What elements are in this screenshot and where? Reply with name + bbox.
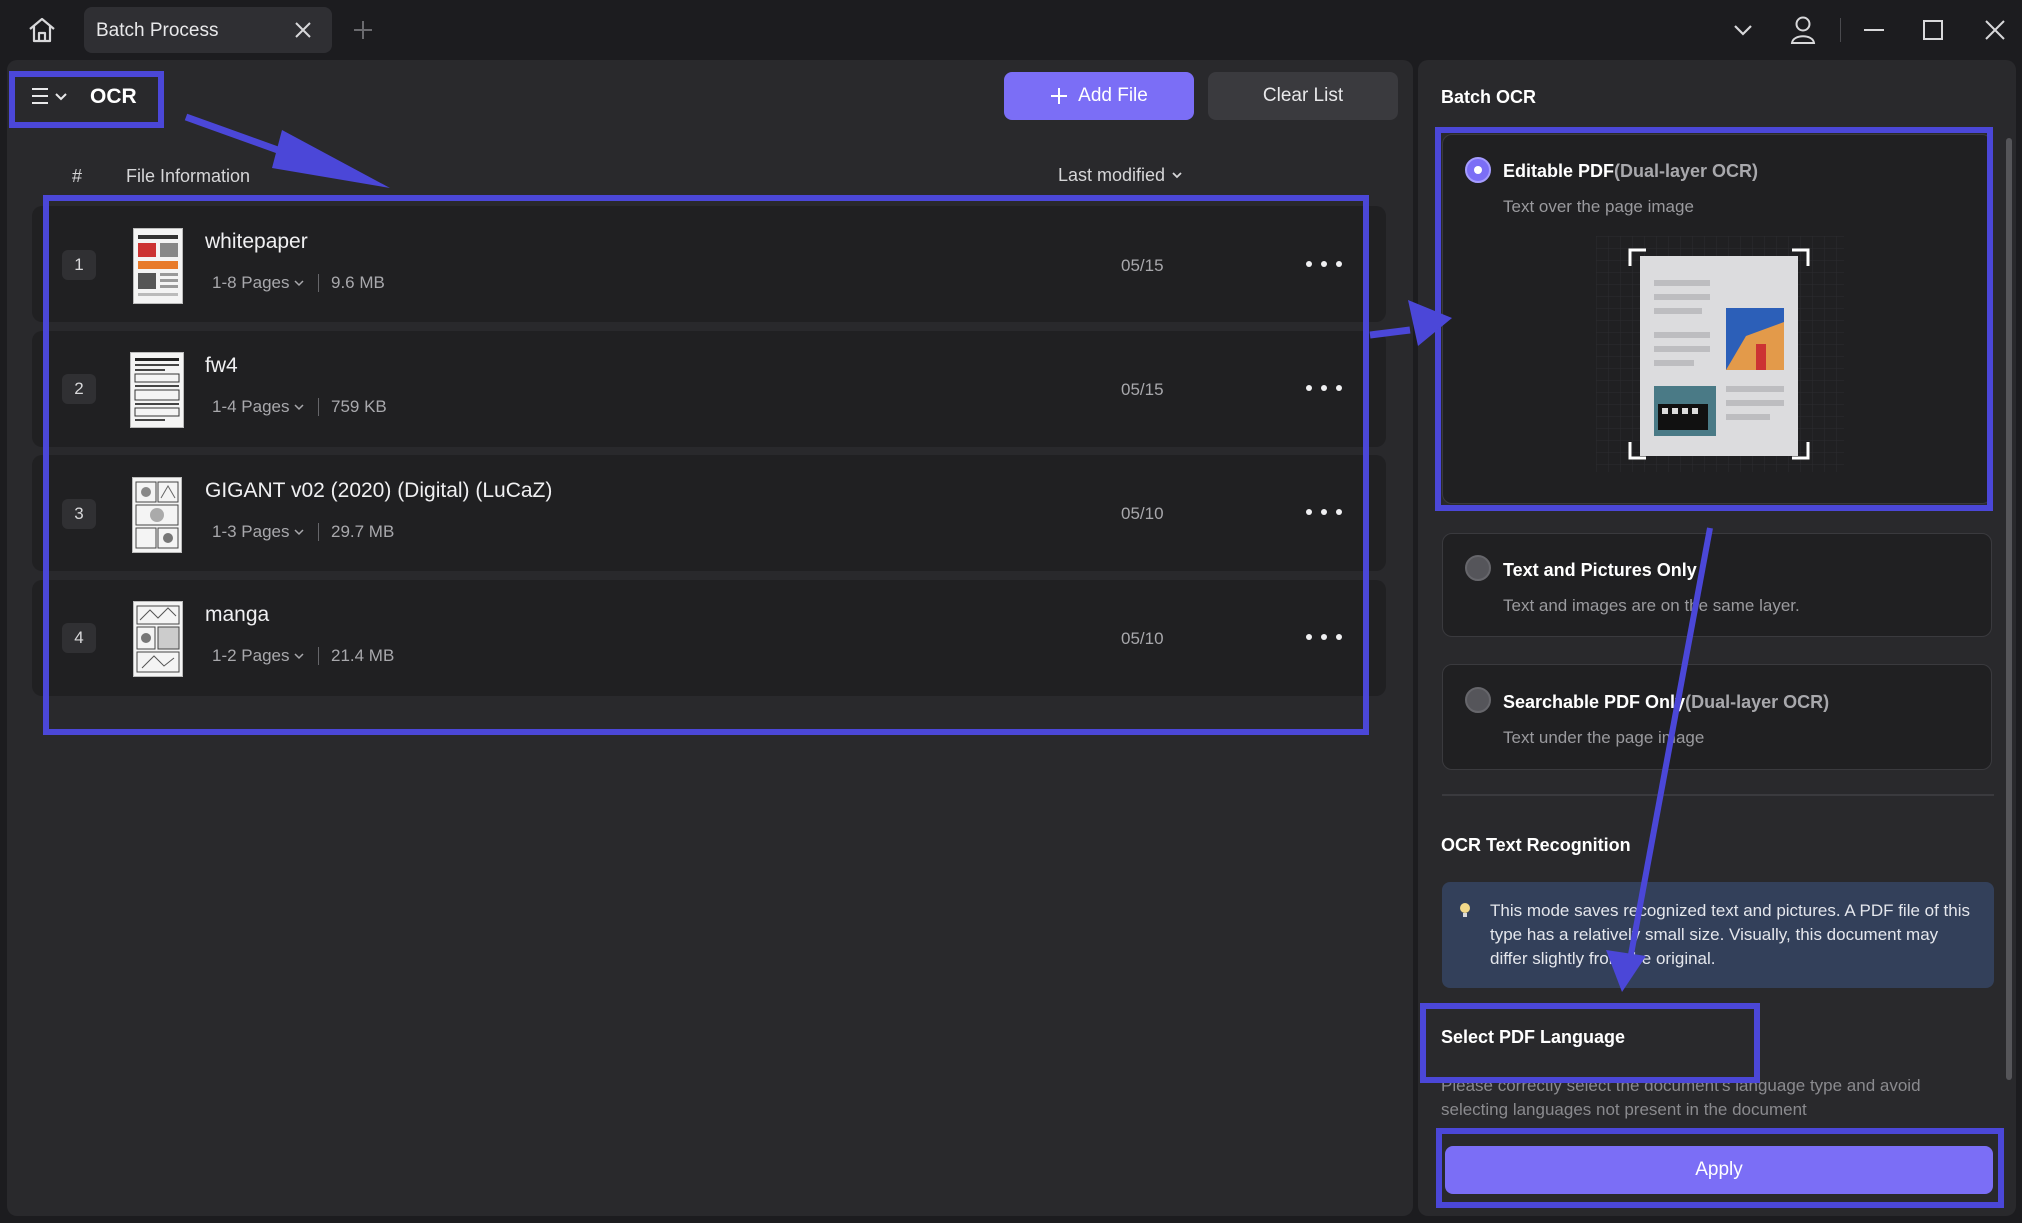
- annotation-arrows: [184, 113, 1713, 992]
